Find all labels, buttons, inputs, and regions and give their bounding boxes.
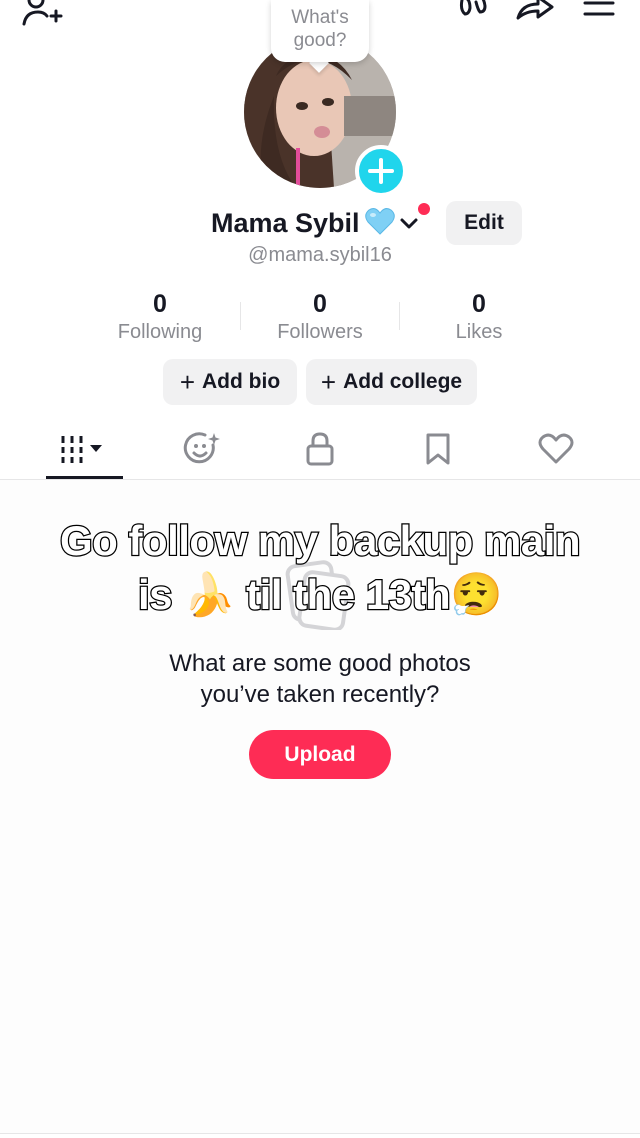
- add-avatar-button[interactable]: [355, 145, 407, 197]
- stat-label: Likes: [455, 321, 503, 343]
- edit-button[interactable]: Edit: [446, 201, 522, 245]
- bottom-divider: [0, 1133, 640, 1134]
- stat-value: 0: [313, 290, 327, 318]
- menu-icon[interactable]: [580, 0, 624, 30]
- stat-following[interactable]: 0 Following: [80, 288, 240, 344]
- add-friend-icon[interactable]: [20, 0, 64, 30]
- add-college-button[interactable]: + Add college: [306, 359, 477, 405]
- stat-label: Followers: [277, 321, 363, 343]
- add-bio-button[interactable]: + Add bio: [163, 359, 297, 405]
- stat-value: 0: [153, 290, 167, 318]
- username: @mama.sybil16: [248, 244, 392, 266]
- tab-reposts[interactable]: [139, 420, 267, 478]
- caption-line1: Go follow my backup main: [59, 516, 582, 566]
- chevron-down-icon[interactable]: [398, 212, 420, 234]
- footprints-icon[interactable]: [452, 0, 496, 30]
- caption-part2: til the 13th: [245, 570, 452, 620]
- overlay-caption: Go follow my backup main is 🍌 til the 13…: [20, 514, 620, 622]
- display-name: Mama Sybil: [211, 208, 360, 238]
- grid-icon: [61, 436, 102, 463]
- lock-icon: [306, 432, 334, 466]
- stat-value: 0: [472, 290, 486, 318]
- sparkle-face-icon: [183, 432, 220, 464]
- tab-private[interactable]: [256, 420, 384, 478]
- tab-liked[interactable]: [492, 420, 620, 478]
- add-bio-label: Add bio: [202, 370, 281, 393]
- plus-icon: [368, 158, 394, 184]
- caption-line2: is 🍌 til the 13th😮‍💨: [20, 568, 620, 622]
- prompt-line1: What are some good photos: [169, 650, 471, 677]
- notification-dot: [418, 203, 430, 215]
- status-bubble[interactable]: What's good?: [271, 0, 369, 62]
- stat-likes[interactable]: 0 Likes: [399, 288, 559, 344]
- add-college-label: Add college: [343, 370, 463, 393]
- exhale-emoji: 😮‍💨: [450, 571, 502, 618]
- share-icon[interactable]: [514, 0, 558, 30]
- empty-state-prompt: What are some good photos you’ve taken r…: [120, 648, 520, 710]
- blue-heart-icon: [364, 206, 396, 238]
- bookmark-icon: [426, 433, 450, 465]
- banana-emoji: 🍌: [183, 571, 235, 618]
- caption-part1: is: [137, 570, 174, 620]
- tab-videos[interactable]: [20, 420, 148, 478]
- bubble-line1: What's: [291, 7, 349, 28]
- tab-favorites[interactable]: [374, 420, 502, 478]
- stat-followers[interactable]: 0 Followers: [240, 288, 400, 344]
- upload-button[interactable]: Upload: [249, 730, 391, 779]
- stat-label: Following: [117, 321, 203, 343]
- plus-icon: +: [179, 366, 196, 397]
- plus-icon: +: [320, 366, 337, 397]
- name-row: Mama Sybil: [0, 202, 640, 246]
- prompt-line2: you’ve taken recently?: [200, 681, 440, 708]
- heart-outline-icon: [538, 433, 574, 464]
- bubble-line2: good?: [293, 30, 347, 51]
